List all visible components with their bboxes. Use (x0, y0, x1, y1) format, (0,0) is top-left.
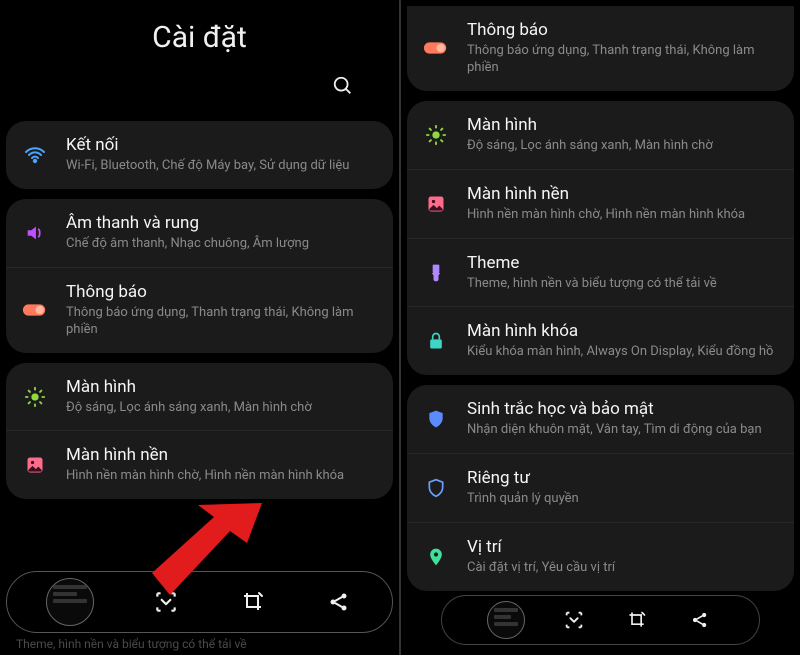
settings-group: Sinh trắc học và bảo mật Nhận diện khuôn… (407, 385, 794, 591)
item-subtitle: Độ sáng, Lọc ánh sáng xanh, Màn hình chờ (467, 138, 780, 155)
brush-icon (423, 260, 449, 286)
settings-group: Kết nối Wi-Fi, Bluetooth, Chế độ Máy bay… (6, 121, 393, 189)
settings-item-wallpaper[interactable]: Màn hình nền Hình nền màn hình chờ, Hình… (6, 431, 393, 499)
right-screenshot: Thông báo Thông báo ứng dụng, Thanh trạn… (401, 0, 800, 655)
item-title: Màn hình nền (66, 445, 379, 465)
item-subtitle: Thông báo ứng dụng, Thanh trạng thái, Kh… (467, 43, 780, 77)
item-subtitle: Hình nền màn hình chờ, Hình nền màn hình… (467, 207, 780, 224)
item-title: Âm thanh và rung (66, 213, 379, 233)
settings-item-sound[interactable]: Âm thanh và rung Chế độ âm thanh, Nhạc c… (6, 199, 393, 268)
settings-item-display[interactable]: Màn hình Độ sáng, Lọc ánh sáng xanh, Màn… (6, 363, 393, 432)
picture-icon (423, 191, 449, 217)
item-subtitle: Kiểu khóa màn hình, Always On Display, K… (467, 344, 780, 361)
settings-item-theme[interactable]: Theme Theme, hình nền và biểu tượng có t… (407, 239, 794, 308)
picture-icon (22, 452, 48, 478)
settings-item-notifications[interactable]: Thông báo Thông báo ứng dụng, Thanh trạn… (6, 268, 393, 353)
lock-icon (423, 328, 449, 354)
screenshot-thumbnail[interactable] (487, 601, 525, 639)
settings-group: Thông báo Thông báo ứng dụng, Thanh trạn… (407, 6, 794, 91)
share-button[interactable] (686, 606, 714, 634)
search-button[interactable] (329, 75, 357, 103)
brightness-icon (423, 122, 449, 148)
settings-item-location[interactable]: Vị trí Cài đặt vị trí, Yêu cầu vị trí (407, 523, 794, 591)
item-title: Kết nối (66, 135, 379, 155)
shield-outline-icon (423, 475, 449, 501)
item-subtitle: Độ sáng, Lọc ánh sáng xanh, Màn hình chờ (66, 400, 379, 417)
item-subtitle: Hình nền màn hình chờ, Hình nền màn hình… (66, 468, 379, 485)
sound-icon (22, 220, 48, 246)
dimmed-text: Theme, hình nền và biểu tượng có thể tải… (16, 637, 383, 651)
settings-group: Màn hình Độ sáng, Lọc ánh sáng xanh, Màn… (407, 101, 794, 376)
item-title: Màn hình (467, 115, 780, 135)
settings-item-lockscreen[interactable]: Màn hình khóa Kiểu khóa màn hình, Always… (407, 307, 794, 375)
item-subtitle: Trình quản lý quyền (467, 491, 780, 508)
item-title: Màn hình khóa (467, 321, 780, 341)
settings-item-notifications[interactable]: Thông báo Thông báo ứng dụng, Thanh trạn… (407, 6, 794, 91)
annotation-arrow-icon (152, 495, 272, 605)
shield-fill-icon (423, 406, 449, 432)
screenshot-thumbnail[interactable] (46, 578, 94, 626)
item-title: Thông báo (467, 20, 780, 40)
settings-header: Cài đặt (0, 0, 399, 115)
notifications-icon (22, 297, 48, 323)
brightness-icon (22, 384, 48, 410)
scroll-capture-button[interactable] (560, 606, 588, 634)
crop-edit-button[interactable] (623, 606, 651, 634)
item-title: Màn hình (66, 377, 379, 397)
item-subtitle: Chế độ âm thanh, Nhạc chuông, Âm lượng (66, 236, 379, 253)
notifications-icon (423, 35, 449, 61)
screenshot-toolbar (441, 595, 760, 645)
item-subtitle: Wi-Fi, Bluetooth, Chế độ Máy bay, Sử dụn… (66, 158, 379, 175)
page-title: Cài đặt (0, 20, 399, 55)
settings-item-display[interactable]: Màn hình Độ sáng, Lọc ánh sáng xanh, Màn… (407, 101, 794, 170)
wifi-icon (22, 142, 48, 168)
item-subtitle: Thông báo ứng dụng, Thanh trạng thái, Kh… (66, 305, 379, 339)
item-subtitle: Cài đặt vị trí, Yêu cầu vị trí (467, 560, 780, 577)
settings-group: Âm thanh và rung Chế độ âm thanh, Nhạc c… (6, 199, 393, 353)
share-button[interactable] (325, 588, 353, 616)
item-subtitle: Nhận diện khuôn mặt, Vân tay, Tìm di độn… (467, 422, 780, 439)
item-title: Riêng tư (467, 468, 780, 488)
item-subtitle: Theme, hình nền và biểu tượng có thể tải… (467, 276, 780, 293)
settings-item-privacy[interactable]: Riêng tư Trình quản lý quyền (407, 454, 794, 523)
settings-item-wallpaper[interactable]: Màn hình nền Hình nền màn hình chờ, Hình… (407, 170, 794, 239)
settings-group: Màn hình Độ sáng, Lọc ánh sáng xanh, Màn… (6, 363, 393, 500)
item-title: Theme (467, 253, 780, 273)
item-title: Vị trí (467, 537, 780, 557)
search-icon (332, 75, 354, 97)
location-icon (423, 544, 449, 570)
settings-item-connections[interactable]: Kết nối Wi-Fi, Bluetooth, Chế độ Máy bay… (6, 121, 393, 189)
settings-item-biometrics[interactable]: Sinh trắc học và bảo mật Nhận diện khuôn… (407, 385, 794, 454)
item-title: Thông báo (66, 282, 379, 302)
item-title: Màn hình nền (467, 184, 780, 204)
item-title: Sinh trắc học và bảo mật (467, 399, 780, 419)
